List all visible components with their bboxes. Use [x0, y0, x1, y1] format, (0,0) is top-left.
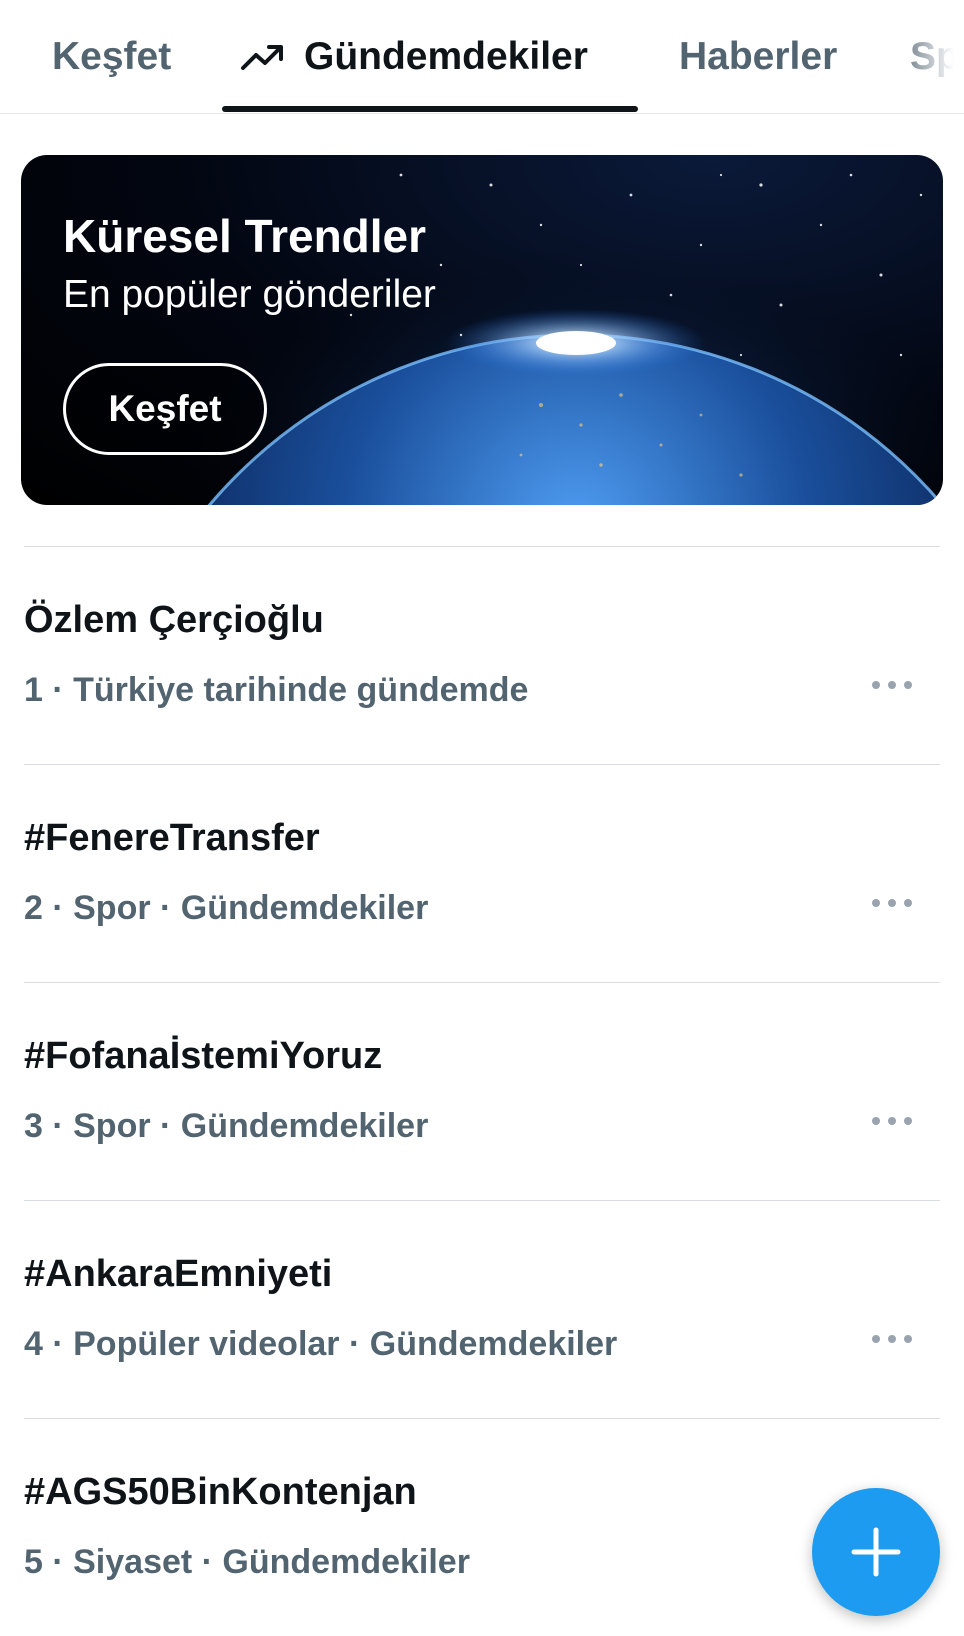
- trend-name: #AGS50BinKontenjan: [24, 1471, 417, 1513]
- top-tab-bar: Keşfet Gündemdekiler Haberler Sp: [0, 0, 964, 114]
- more-options-icon[interactable]: [864, 665, 920, 705]
- trend-name: Özlem Çerçioğlu: [24, 599, 324, 641]
- tab-label: Keşfet: [52, 35, 172, 78]
- trend-name: #AnkaraEmniyeti: [24, 1253, 333, 1295]
- global-trends-banner[interactable]: Küresel Trendler En popüler gönderiler K…: [21, 155, 943, 505]
- trend-item[interactable]: Özlem Çerçioğlu 1 · Türkiye tarihinde gü…: [24, 546, 940, 764]
- more-options-icon[interactable]: [864, 1101, 920, 1141]
- plus-icon: [851, 1527, 901, 1577]
- trend-meta: 3 · Spor · Gündemdekiler: [24, 1107, 429, 1145]
- banner-title: Küresel Trendler: [63, 210, 427, 262]
- tab-label: Haberler: [679, 35, 838, 78]
- trend-meta: 5 · Siyaset · Gündemdekiler: [24, 1543, 470, 1581]
- explore-button[interactable]: Keşfet: [63, 363, 267, 455]
- trend-item[interactable]: #AnkaraEmniyeti 4 · Popüler videolar · G…: [24, 1200, 940, 1418]
- active-tab-indicator: [222, 106, 638, 112]
- more-options-icon[interactable]: [864, 883, 920, 923]
- tab-label: Sp: [910, 35, 960, 78]
- trend-meta: 2 · Spor · Gündemdekiler: [24, 889, 429, 927]
- compose-post-button[interactable]: [812, 1488, 940, 1616]
- tab-label: Gündemdekiler: [304, 35, 588, 78]
- tab-sports[interactable]: Sp: [910, 0, 960, 113]
- trend-list: Özlem Çerçioğlu 1 · Türkiye tarihinde gü…: [0, 546, 964, 1636]
- trend-item[interactable]: #FenereTransfer 2 · Spor · Gündemdekiler: [24, 764, 940, 982]
- trend-item[interactable]: #AGS50BinKontenjan 5 · Siyaset · Gündemd…: [24, 1418, 940, 1636]
- tab-news[interactable]: Haberler: [679, 0, 838, 113]
- trend-item[interactable]: #FofanaİstemiYoruz 3 · Spor · Gündemdeki…: [24, 982, 940, 1200]
- trend-name: #FenereTransfer: [24, 817, 320, 859]
- tab-explore[interactable]: Keşfet: [52, 0, 172, 113]
- tab-trending[interactable]: Gündemdekiler: [240, 0, 588, 113]
- more-options-icon[interactable]: [864, 1319, 920, 1359]
- banner-subtitle: En popüler gönderiler: [63, 273, 436, 316]
- trend-name: #FofanaİstemiYoruz: [24, 1035, 383, 1077]
- trend-meta: 4 · Popüler videolar · Gündemdekiler: [24, 1325, 618, 1363]
- trending-arrow-icon: [241, 45, 283, 70]
- trend-meta: 1 · Türkiye tarihinde gündemde: [24, 671, 529, 709]
